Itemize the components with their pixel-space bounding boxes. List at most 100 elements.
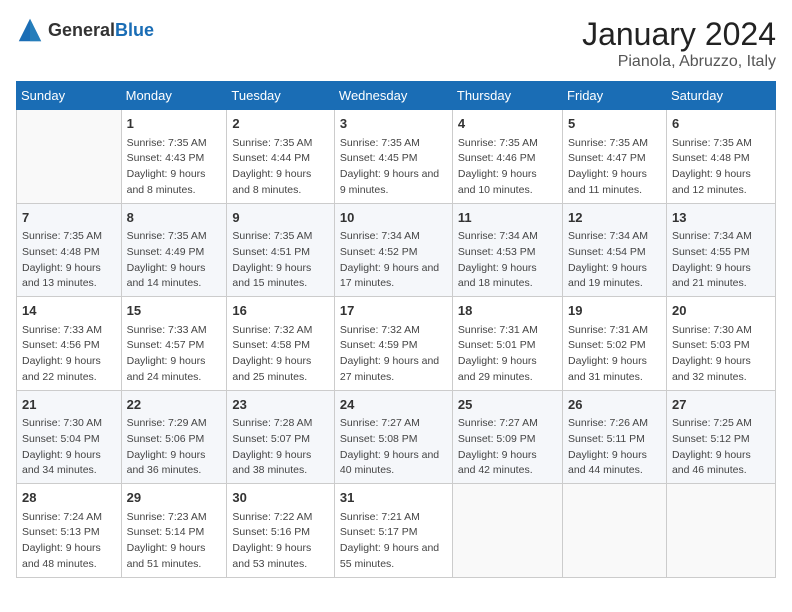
day-info: Sunrise: 7:23 AMSunset: 5:14 PMDaylight:… xyxy=(127,510,222,573)
day-number: 27 xyxy=(672,395,770,415)
day-info: Sunrise: 7:34 AMSunset: 4:53 PMDaylight:… xyxy=(458,229,557,292)
calendar-cell: 7Sunrise: 7:35 AMSunset: 4:48 PMDaylight… xyxy=(17,203,122,297)
day-info: Sunrise: 7:29 AMSunset: 5:06 PMDaylight:… xyxy=(127,416,222,479)
calendar-week-row: 7Sunrise: 7:35 AMSunset: 4:48 PMDaylight… xyxy=(17,203,776,297)
day-number: 31 xyxy=(340,488,447,508)
calendar-cell: 29Sunrise: 7:23 AMSunset: 5:14 PMDayligh… xyxy=(121,484,227,578)
day-number: 25 xyxy=(458,395,557,415)
day-info: Sunrise: 7:27 AMSunset: 5:09 PMDaylight:… xyxy=(458,416,557,479)
day-info: Sunrise: 7:35 AMSunset: 4:48 PMDaylight:… xyxy=(22,229,116,292)
calendar-cell: 16Sunrise: 7:32 AMSunset: 4:58 PMDayligh… xyxy=(227,297,335,391)
day-number: 6 xyxy=(672,114,770,134)
calendar-cell xyxy=(452,484,562,578)
day-number: 12 xyxy=(568,208,661,228)
day-number: 8 xyxy=(127,208,222,228)
calendar-cell: 11Sunrise: 7:34 AMSunset: 4:53 PMDayligh… xyxy=(452,203,562,297)
day-info: Sunrise: 7:26 AMSunset: 5:11 PMDaylight:… xyxy=(568,416,661,479)
day-number: 26 xyxy=(568,395,661,415)
day-number: 29 xyxy=(127,488,222,508)
logo-icon xyxy=(16,16,44,44)
calendar-cell: 21Sunrise: 7:30 AMSunset: 5:04 PMDayligh… xyxy=(17,390,122,484)
day-info: Sunrise: 7:21 AMSunset: 5:17 PMDaylight:… xyxy=(340,510,447,573)
day-number: 17 xyxy=(340,301,447,321)
day-number: 16 xyxy=(232,301,329,321)
weekday-header-wednesday: Wednesday xyxy=(334,82,452,110)
calendar-cell: 30Sunrise: 7:22 AMSunset: 5:16 PMDayligh… xyxy=(227,484,335,578)
day-number: 28 xyxy=(22,488,116,508)
day-number: 4 xyxy=(458,114,557,134)
day-info: Sunrise: 7:35 AMSunset: 4:48 PMDaylight:… xyxy=(672,136,770,199)
calendar-cell: 10Sunrise: 7:34 AMSunset: 4:52 PMDayligh… xyxy=(334,203,452,297)
day-info: Sunrise: 7:34 AMSunset: 4:52 PMDaylight:… xyxy=(340,229,447,292)
calendar-cell: 25Sunrise: 7:27 AMSunset: 5:09 PMDayligh… xyxy=(452,390,562,484)
calendar-cell: 31Sunrise: 7:21 AMSunset: 5:17 PMDayligh… xyxy=(334,484,452,578)
day-number: 1 xyxy=(127,114,222,134)
location-title: Pianola, Abruzzo, Italy xyxy=(582,53,776,71)
day-number: 24 xyxy=(340,395,447,415)
calendar-cell: 26Sunrise: 7:26 AMSunset: 5:11 PMDayligh… xyxy=(563,390,667,484)
calendar-cell xyxy=(666,484,775,578)
page-header: GeneralBlue January 2024 Pianola, Abruzz… xyxy=(16,16,776,71)
weekday-header-thursday: Thursday xyxy=(452,82,562,110)
calendar-cell: 17Sunrise: 7:32 AMSunset: 4:59 PMDayligh… xyxy=(334,297,452,391)
day-info: Sunrise: 7:35 AMSunset: 4:47 PMDaylight:… xyxy=(568,136,661,199)
weekday-header-friday: Friday xyxy=(563,82,667,110)
day-info: Sunrise: 7:35 AMSunset: 4:44 PMDaylight:… xyxy=(232,136,329,199)
weekday-header-sunday: Sunday xyxy=(17,82,122,110)
calendar-cell: 12Sunrise: 7:34 AMSunset: 4:54 PMDayligh… xyxy=(563,203,667,297)
calendar-cell: 8Sunrise: 7:35 AMSunset: 4:49 PMDaylight… xyxy=(121,203,227,297)
day-number: 30 xyxy=(232,488,329,508)
day-number: 5 xyxy=(568,114,661,134)
calendar-table: SundayMondayTuesdayWednesdayThursdayFrid… xyxy=(16,81,776,578)
title-block: January 2024 Pianola, Abruzzo, Italy xyxy=(582,16,776,71)
calendar-week-row: 1Sunrise: 7:35 AMSunset: 4:43 PMDaylight… xyxy=(17,110,776,204)
day-info: Sunrise: 7:35 AMSunset: 4:46 PMDaylight:… xyxy=(458,136,557,199)
weekday-header-monday: Monday xyxy=(121,82,227,110)
day-number: 9 xyxy=(232,208,329,228)
day-number: 3 xyxy=(340,114,447,134)
calendar-cell: 22Sunrise: 7:29 AMSunset: 5:06 PMDayligh… xyxy=(121,390,227,484)
calendar-cell: 4Sunrise: 7:35 AMSunset: 4:46 PMDaylight… xyxy=(452,110,562,204)
weekday-header-saturday: Saturday xyxy=(666,82,775,110)
day-number: 21 xyxy=(22,395,116,415)
day-number: 20 xyxy=(672,301,770,321)
day-info: Sunrise: 7:35 AMSunset: 4:51 PMDaylight:… xyxy=(232,229,329,292)
day-info: Sunrise: 7:33 AMSunset: 4:57 PMDaylight:… xyxy=(127,323,222,386)
day-info: Sunrise: 7:35 AMSunset: 4:45 PMDaylight:… xyxy=(340,136,447,199)
day-number: 23 xyxy=(232,395,329,415)
day-number: 13 xyxy=(672,208,770,228)
day-info: Sunrise: 7:30 AMSunset: 5:03 PMDaylight:… xyxy=(672,323,770,386)
day-info: Sunrise: 7:35 AMSunset: 4:49 PMDaylight:… xyxy=(127,229,222,292)
day-number: 15 xyxy=(127,301,222,321)
calendar-cell: 20Sunrise: 7:30 AMSunset: 5:03 PMDayligh… xyxy=(666,297,775,391)
logo-text-general: General xyxy=(48,20,115,40)
day-info: Sunrise: 7:30 AMSunset: 5:04 PMDaylight:… xyxy=(22,416,116,479)
day-info: Sunrise: 7:35 AMSunset: 4:43 PMDaylight:… xyxy=(127,136,222,199)
calendar-cell: 15Sunrise: 7:33 AMSunset: 4:57 PMDayligh… xyxy=(121,297,227,391)
day-number: 11 xyxy=(458,208,557,228)
calendar-cell: 1Sunrise: 7:35 AMSunset: 4:43 PMDaylight… xyxy=(121,110,227,204)
day-info: Sunrise: 7:31 AMSunset: 5:01 PMDaylight:… xyxy=(458,323,557,386)
calendar-cell: 5Sunrise: 7:35 AMSunset: 4:47 PMDaylight… xyxy=(563,110,667,204)
day-number: 7 xyxy=(22,208,116,228)
day-info: Sunrise: 7:33 AMSunset: 4:56 PMDaylight:… xyxy=(22,323,116,386)
logo-text-blue: Blue xyxy=(115,20,154,40)
day-info: Sunrise: 7:24 AMSunset: 5:13 PMDaylight:… xyxy=(22,510,116,573)
calendar-cell: 2Sunrise: 7:35 AMSunset: 4:44 PMDaylight… xyxy=(227,110,335,204)
calendar-cell: 28Sunrise: 7:24 AMSunset: 5:13 PMDayligh… xyxy=(17,484,122,578)
day-number: 2 xyxy=(232,114,329,134)
calendar-week-row: 21Sunrise: 7:30 AMSunset: 5:04 PMDayligh… xyxy=(17,390,776,484)
calendar-cell xyxy=(17,110,122,204)
day-number: 14 xyxy=(22,301,116,321)
day-info: Sunrise: 7:28 AMSunset: 5:07 PMDaylight:… xyxy=(232,416,329,479)
day-info: Sunrise: 7:25 AMSunset: 5:12 PMDaylight:… xyxy=(672,416,770,479)
day-number: 18 xyxy=(458,301,557,321)
calendar-week-row: 14Sunrise: 7:33 AMSunset: 4:56 PMDayligh… xyxy=(17,297,776,391)
calendar-cell: 6Sunrise: 7:35 AMSunset: 4:48 PMDaylight… xyxy=(666,110,775,204)
day-info: Sunrise: 7:34 AMSunset: 4:54 PMDaylight:… xyxy=(568,229,661,292)
day-info: Sunrise: 7:22 AMSunset: 5:16 PMDaylight:… xyxy=(232,510,329,573)
day-info: Sunrise: 7:32 AMSunset: 4:58 PMDaylight:… xyxy=(232,323,329,386)
calendar-cell: 14Sunrise: 7:33 AMSunset: 4:56 PMDayligh… xyxy=(17,297,122,391)
calendar-cell: 19Sunrise: 7:31 AMSunset: 5:02 PMDayligh… xyxy=(563,297,667,391)
month-title: January 2024 xyxy=(582,16,776,53)
